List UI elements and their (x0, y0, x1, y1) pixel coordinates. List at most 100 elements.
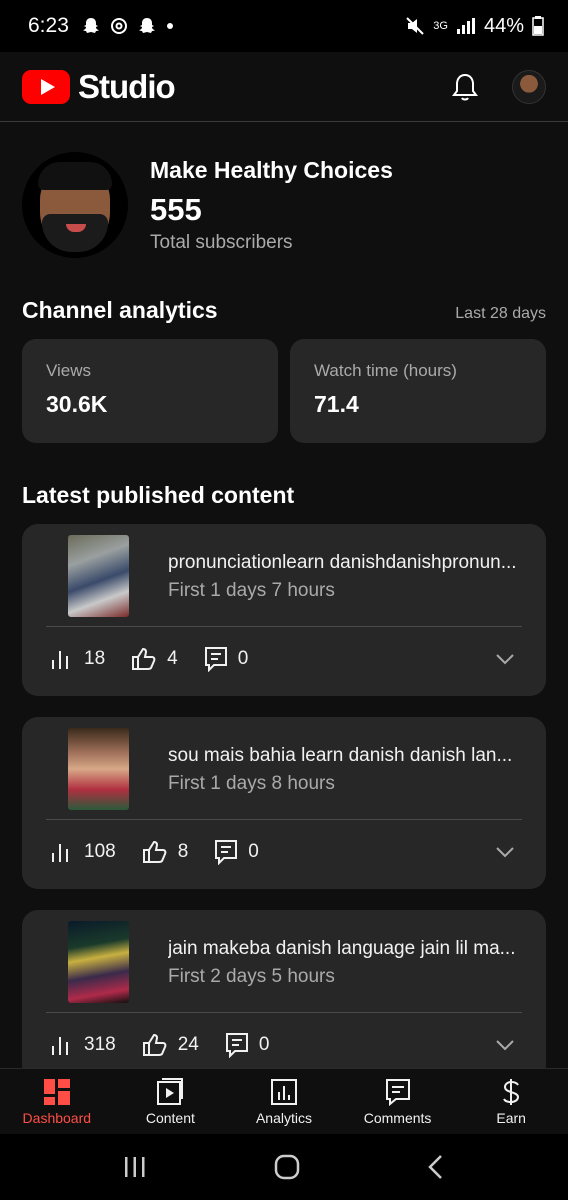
dot-icon (166, 23, 173, 29)
analytics-title: Channel analytics (22, 297, 218, 323)
views-value: 30.6K (46, 391, 108, 417)
status-bar: 6:23 3G 44% (0, 0, 568, 52)
bar-chart-icon (52, 1037, 68, 1055)
likes-metric: 4 (131, 647, 178, 671)
snapchat-icon (82, 18, 99, 33)
youtube-logo-icon (22, 69, 70, 104)
video-metrics: 18 4 0 (50, 642, 274, 676)
analytics-period: Last 28 days (455, 305, 546, 322)
views-label: Views (46, 361, 92, 380)
chevron-down-icon[interactable] (494, 841, 516, 863)
nav-content[interactable]: Content (114, 1069, 228, 1134)
network-type: 3G (433, 20, 448, 32)
studio-wordmark: Studio (78, 67, 176, 105)
battery-icon (532, 16, 544, 36)
thumbs-up-icon (132, 647, 156, 670)
video-thumbnail[interactable] (68, 921, 129, 1003)
app-bar: Studio (0, 52, 568, 122)
studio-logo[interactable]: Studio (22, 67, 176, 106)
bar-chart-icon (52, 651, 68, 669)
earn-icon (503, 1078, 520, 1105)
app-actions (452, 69, 546, 104)
comment-icon (225, 1033, 248, 1058)
video-age: First 1 days 7 hours (168, 580, 335, 601)
content-card[interactable]: pronunciationlearn danishdanishpronun...… (22, 524, 546, 696)
video-title[interactable]: pronunciationlearn danishdanishpronun... (168, 552, 524, 574)
likes-count: 24 (177, 1034, 199, 1055)
system-nav-bar (0, 1134, 568, 1200)
likes-count: 4 (167, 648, 178, 669)
comment-icon (204, 647, 227, 672)
battery-percent: 44% (483, 14, 524, 37)
watch-time-card[interactable]: Watch time (hours) 71.4 (290, 339, 546, 443)
latest-header: Latest published content (22, 482, 546, 509)
channel-name: Make Healthy Choices (150, 156, 393, 183)
nav-label: Comments (363, 1109, 432, 1126)
analytics-header: Channel analytics Last 28 days (22, 297, 546, 324)
content-icon (157, 1077, 184, 1105)
status-time: 6:23 (28, 14, 69, 37)
bar-chart-icon (52, 844, 68, 862)
status-system-icons: 3G 44% (405, 15, 544, 38)
profile-avatar[interactable] (512, 69, 546, 104)
likes-metric: 8 (142, 840, 189, 864)
views-count: 18 (84, 648, 106, 669)
nav-dashboard[interactable]: Dashboard (0, 1069, 114, 1134)
comments-count: 0 (258, 1034, 270, 1055)
channel-header: Make Healthy Choices 555 Total subscribe… (22, 150, 546, 260)
video-age: First 1 days 8 hours (168, 773, 335, 794)
nav-comments[interactable]: Comments (341, 1069, 455, 1134)
video-metrics: 318 24 0 (50, 1028, 295, 1062)
views-count: 108 (84, 841, 116, 862)
views-metric: 18 (50, 648, 105, 670)
comments-metric: 0 (204, 646, 249, 672)
bell-icon[interactable] (452, 72, 478, 102)
recent-apps-icon[interactable] (122, 1155, 148, 1179)
video-thumbnail[interactable] (68, 535, 129, 617)
comment-icon (215, 840, 238, 865)
views-card[interactable]: Views 30.6K (22, 339, 278, 443)
comments-metric: 0 (225, 1032, 270, 1058)
back-icon[interactable] (426, 1154, 446, 1180)
views-count: 318 (84, 1034, 116, 1055)
nav-label: Earn (496, 1109, 526, 1126)
nav-label: Analytics (255, 1109, 312, 1126)
comments-icon (385, 1078, 410, 1106)
channel-avatar (22, 152, 128, 258)
thumbs-up-icon (142, 840, 167, 863)
threads-icon (110, 18, 127, 34)
nav-analytics[interactable]: Analytics (227, 1069, 341, 1134)
comments-metric: 0 (214, 839, 259, 865)
thumbs-up-icon (142, 1033, 167, 1056)
comments-count: 0 (248, 841, 259, 862)
video-metrics: 108 8 0 (50, 835, 285, 869)
status-notification-icons (81, 16, 175, 36)
nav-earn[interactable]: Earn (454, 1069, 568, 1134)
bottom-nav: Dashboard Content Analytics Comments Ear… (0, 1068, 568, 1134)
views-metric: 108 (50, 841, 116, 863)
views-metric: 318 (50, 1034, 116, 1056)
video-age: First 2 days 5 hours (168, 966, 335, 987)
card-divider (46, 819, 522, 820)
video-title[interactable]: sou mais bahia learn danish danish lan..… (168, 745, 524, 767)
video-thumbnail[interactable] (68, 728, 129, 810)
video-title[interactable]: jain makeba danish language jain lil ma.… (168, 938, 524, 960)
dashboard-icon (43, 1078, 70, 1105)
chevron-down-icon[interactable] (494, 648, 516, 670)
comments-count: 0 (237, 648, 249, 669)
content-card[interactable]: sou mais bahia learn danish danish lan..… (22, 717, 546, 889)
home-icon[interactable] (273, 1153, 301, 1181)
content-card[interactable]: jain makeba danish language jain lil ma.… (22, 910, 546, 1082)
chevron-down-icon[interactable] (494, 1034, 516, 1056)
channel-info: Make Healthy Choices 555 Total subscribe… (150, 157, 393, 254)
watch-time-label: Watch time (hours) (314, 361, 457, 380)
subscriber-label: Total subscribers (150, 231, 293, 253)
card-divider (46, 1012, 522, 1013)
likes-metric: 24 (142, 1033, 199, 1057)
nav-label: Content (145, 1109, 195, 1126)
analytics-icon (270, 1078, 297, 1105)
likes-count: 8 (177, 841, 189, 862)
snapchat-icon (138, 18, 155, 33)
nav-label: Dashboard (22, 1109, 92, 1126)
signal-icon (456, 18, 475, 34)
